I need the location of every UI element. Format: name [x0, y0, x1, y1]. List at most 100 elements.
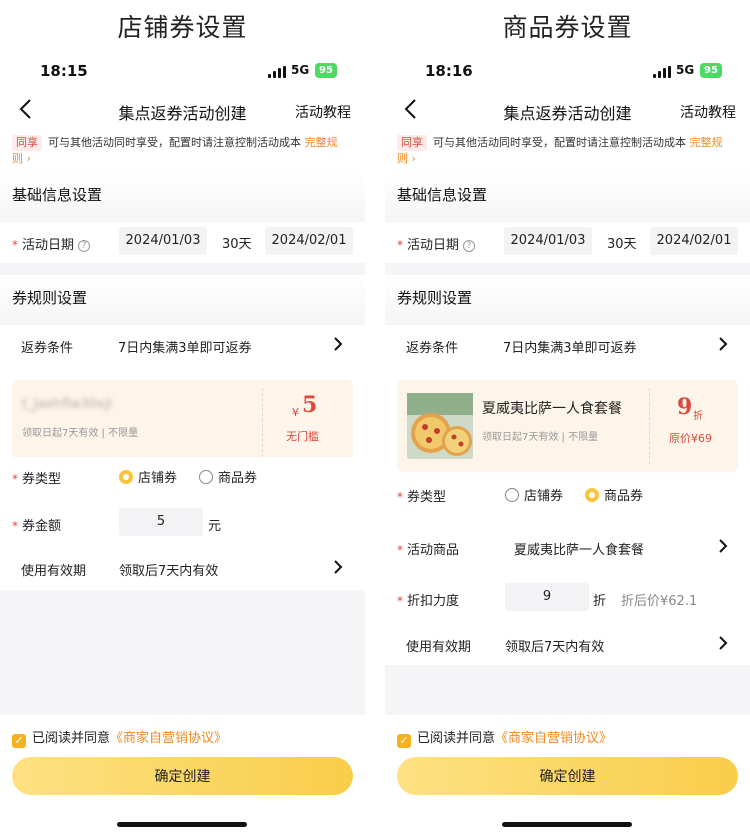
checkbox-checked-icon[interactable]: ✓	[12, 734, 26, 748]
home-indicator	[117, 822, 247, 827]
activity-product-row[interactable]: * 活动商品 夏威夷比萨一人食套餐	[385, 528, 750, 568]
duration-days: 30天	[222, 237, 252, 252]
section-basic-info: 基础信息设置	[385, 172, 750, 222]
chevron-right-icon	[719, 636, 728, 650]
coupon-discount: 9	[677, 394, 693, 420]
start-date-field[interactable]: 2024/01/03	[504, 227, 592, 255]
radio-checked-icon	[585, 488, 599, 502]
full-rules-link-tail[interactable]: 则 ›	[397, 152, 416, 165]
battery-icon: 95	[700, 63, 722, 78]
discount-input[interactable]: 9	[505, 583, 589, 611]
coupon-divider	[262, 388, 263, 462]
coupon-currency: ¥	[292, 406, 299, 419]
pizza-image	[407, 393, 473, 459]
confirm-create-button[interactable]: 确定创建	[397, 757, 738, 795]
coupon-amount-row: * 券金额 5 元	[0, 504, 365, 544]
start-date-field[interactable]: 2024/01/03	[119, 227, 207, 255]
end-date-field[interactable]: 2024/02/01	[650, 227, 738, 255]
notice-banner: 同享 可与其他活动同时享受，配置时请注意控制活动成本 完整规则 ›	[12, 135, 353, 167]
checkbox-checked-icon[interactable]: ✓	[397, 734, 411, 748]
nav-bar: 集点返券活动创建 活动教程	[385, 94, 750, 128]
agreement-link[interactable]: 《商家自营销协议》	[495, 731, 612, 746]
after-discount-price: 折后价¥62.1	[621, 594, 698, 609]
radio-store-coupon[interactable]: 店铺券	[505, 485, 563, 504]
radio-store-coupon[interactable]: 店铺券	[119, 467, 177, 486]
coupon-name: t_Jaehflw30xjl	[22, 397, 112, 412]
discount-row: * 折扣力度 9 折 折后价¥62.1	[385, 579, 750, 619]
activity-product-label: * 活动商品	[397, 543, 460, 558]
divider	[0, 263, 365, 275]
full-rules-link-tail[interactable]: 则 ›	[12, 152, 31, 165]
signal-icon	[268, 66, 286, 78]
notice-text: 可与其他活动同时享受，配置时请注意控制活动成本	[433, 136, 686, 149]
return-condition-label: 返券条件	[21, 341, 74, 356]
share-tag: 同享	[397, 135, 427, 151]
return-condition-value: 7日内集满3单即可返券	[118, 341, 252, 356]
return-condition-row[interactable]: 返券条件 7日内集满3单即可返券	[0, 326, 365, 366]
coupon-amount-input[interactable]: 5	[119, 508, 203, 536]
bottom-bar: ✓ 已阅读并同意《商家自营销协议》 确定创建	[0, 715, 365, 837]
status-time: 18:15	[40, 62, 88, 80]
share-tag: 同享	[12, 135, 42, 151]
validity-row[interactable]: 使用有效期 领取后7天内有效	[385, 625, 750, 665]
agreement-row[interactable]: ✓ 已阅读并同意《商家自营销协议》	[12, 727, 227, 748]
status-bar: 18:16 5G 95	[385, 60, 750, 82]
section-basic-info: 基础信息设置	[0, 172, 365, 222]
agreement-link[interactable]: 《商家自营销协议》	[110, 731, 227, 746]
radio-unchecked-icon	[199, 470, 213, 484]
coupon-amount: 5	[302, 392, 318, 418]
activity-product-value: 夏威夷比萨一人食套餐	[514, 543, 645, 558]
coupon-original-price: 原价¥69	[669, 432, 712, 445]
empty-area	[0, 590, 365, 715]
section-title: 基础信息设置	[12, 186, 103, 204]
coupon-divider	[649, 388, 650, 464]
divider	[385, 263, 750, 275]
coupon-amount-label: * 券金额	[12, 519, 62, 534]
chevron-right-icon	[719, 337, 728, 351]
coupon-preview-card: 夏威夷比萨一人食套餐 领取日起7天有效 | 不限量 9 折 原价¥69	[397, 380, 738, 472]
section-title: 券规则设置	[397, 289, 473, 307]
network-label: 5G	[291, 63, 310, 77]
activity-date-label: * 活动日期?	[12, 234, 91, 253]
radio-product-coupon[interactable]: 商品券	[199, 467, 257, 486]
coupon-type-label: * 券类型	[12, 472, 62, 487]
tutorial-link[interactable]: 活动教程	[295, 102, 351, 122]
home-indicator	[502, 822, 632, 827]
section-title: 券规则设置	[12, 289, 88, 307]
section-title: 基础信息设置	[397, 186, 488, 204]
confirm-create-button[interactable]: 确定创建	[12, 757, 353, 795]
end-date-field[interactable]: 2024/02/01	[265, 227, 353, 255]
bottom-bar: ✓ 已阅读并同意《商家自营销协议》 确定创建	[385, 715, 750, 837]
section-coupon-rules: 券规则设置	[385, 275, 750, 325]
coupon-type-row: * 券类型 店铺券 商品券	[0, 457, 365, 497]
status-bar: 18:15 5G 95	[0, 60, 365, 82]
activity-date-row: * 活动日期? 2024/01/03 30天 2024/02/01	[385, 223, 750, 263]
nav-bar: 集点返券活动创建 活动教程	[0, 94, 365, 128]
validity-row[interactable]: 使用有效期 领取后7天内有效	[0, 549, 365, 589]
coupon-product-name: 夏威夷比萨一人食套餐	[482, 401, 622, 417]
tutorial-link[interactable]: 活动教程	[680, 102, 736, 122]
agreement-row[interactable]: ✓ 已阅读并同意《商家自营销协议》	[397, 727, 612, 748]
discount-unit: 折	[593, 594, 607, 609]
network-label: 5G	[676, 63, 695, 77]
radio-product-coupon[interactable]: 商品券	[585, 485, 643, 504]
chevron-right-icon	[334, 337, 343, 351]
caption-store-coupon: 店铺券设置	[117, 13, 248, 42]
return-condition-row[interactable]: 返券条件 7日内集满3单即可返券	[385, 326, 750, 366]
coupon-type-label: * 券类型	[397, 490, 447, 505]
help-icon[interactable]: ?	[463, 240, 476, 252]
battery-icon: 95	[315, 63, 337, 78]
discount-label: * 折扣力度	[397, 594, 460, 609]
full-rules-link[interactable]: 完整规	[690, 136, 723, 149]
help-icon[interactable]: ?	[78, 240, 91, 252]
full-rules-link[interactable]: 完整规	[305, 136, 338, 149]
duration-days: 30天	[607, 237, 637, 252]
validity-value: 领取后7天内有效	[119, 564, 219, 579]
notice-banner: 同享 可与其他活动同时享受，配置时请注意控制活动成本 完整规则 ›	[397, 135, 738, 167]
status-time: 18:16	[425, 62, 473, 80]
section-coupon-rules: 券规则设置	[0, 275, 365, 325]
chevron-right-icon	[719, 539, 728, 553]
phone-store-coupon: 18:15 5G 95 集点返券活动创建 活动教程 同享 可与其他活动同时享受，配…	[0, 50, 365, 837]
coupon-type-row: * 券类型 店铺券 商品券	[385, 475, 750, 515]
validity-label: 使用有效期	[21, 564, 87, 579]
